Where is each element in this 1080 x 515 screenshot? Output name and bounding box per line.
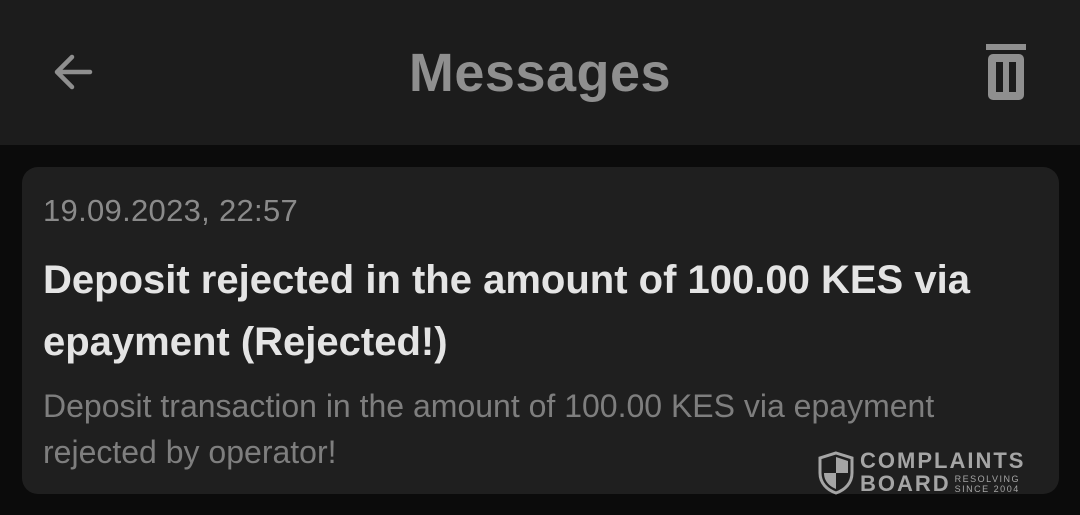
watermark-line1: COMPLAINTS [860,448,1026,473]
watermark-small2: SINCE 2004 [954,484,1020,494]
shield-logo-icon [818,450,854,495]
top-app-bar: Messages [0,0,1080,145]
trash-icon [986,44,1026,100]
message-date: 19.09.2023, 22:57 [43,193,299,228]
complaintsboard-watermark: COMPLAINTS BOARD RESOLVING SINCE 2004 [818,450,1025,495]
watermark-small1: RESOLVING [954,474,1021,484]
message-card[interactable]: 19.09.2023, 22:57 Deposit rejected in th… [22,167,1059,494]
watermark-line2: BOARD [860,471,951,496]
messages-screen: Messages 19.09.2023, 22:57 Deposit rejec… [0,0,1080,515]
delete-button[interactable] [974,40,1038,104]
page-title: Messages [408,43,672,103]
message-title: Deposit rejected in the amount of 100.00… [43,258,970,364]
